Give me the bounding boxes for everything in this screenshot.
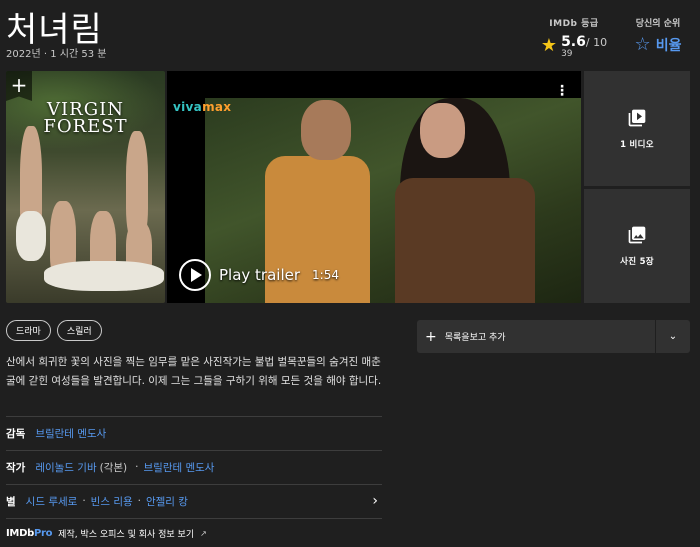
imdb-rating-label: IMDb 등급: [549, 19, 599, 29]
play-trailer-label: Play trailer: [219, 266, 301, 284]
imdbpro-link[interactable]: IMDbPro 제작, 박스 오피스 및 회사 정보 보기 ↗: [6, 527, 207, 540]
rate-button[interactable]: ☆ 비율: [622, 35, 694, 55]
writer-note: (각본): [99, 461, 128, 474]
plus-icon: +: [10, 73, 28, 97]
imdb-rating[interactable]: IMDb 등급 ★ 5.6/ 10 39: [534, 16, 614, 59]
runtime: 1 시간 53 분: [50, 49, 107, 60]
external-link-icon: ↗: [200, 529, 207, 538]
genre-chips: 드라마 스릴러: [6, 320, 102, 341]
video-library-icon: [628, 109, 646, 126]
add-to-watchlist-ribbon[interactable]: +: [6, 71, 32, 101]
star-link[interactable]: 빈스 리용: [91, 494, 133, 509]
scene-figure: [395, 178, 535, 303]
credit-writers: 작가 레이놀드 기바 (각본) · 브릴란테 멘도사: [6, 451, 382, 483]
star-outline-icon: ☆: [634, 34, 651, 55]
add-to-watchlist-button[interactable]: + 목록을보고 추가: [417, 320, 655, 353]
play-trailer-button[interactable]: Play trailer 1:54: [179, 259, 339, 291]
page-title: 처녀림: [6, 10, 103, 50]
credit-separator: ·: [135, 461, 139, 473]
poster-cloth: [44, 261, 164, 291]
poster-title: VIRGIN FOREST: [43, 99, 128, 137]
star-link[interactable]: 시드 루세로: [26, 494, 78, 509]
play-icon: [179, 259, 211, 291]
videos-count: 1 비디오: [620, 139, 654, 150]
poster[interactable]: VIRGIN FOREST +: [6, 71, 165, 303]
trailer-duration: 1:54: [312, 268, 339, 282]
imdbpro-logo: IMDbPro: [6, 528, 53, 539]
plot-summary: 산에서 희귀한 꽃의 사진을 찍는 임무를 맡은 사진작가는 불법 벌목꾼들의 …: [6, 356, 382, 387]
writer-link[interactable]: 레이놀드 기바: [35, 460, 96, 475]
videos-tile[interactable]: 1 비디오: [584, 71, 690, 186]
rating-value: 5.6: [561, 34, 586, 50]
rating-count: 39: [561, 49, 573, 59]
your-rating-label: 당신의 순위: [635, 19, 681, 29]
photos-tile[interactable]: 사진 5장: [584, 189, 690, 303]
chevron-right-icon[interactable]: ›: [372, 493, 378, 509]
credit-stars[interactable]: 별 시드 루세로 · 빈스 리용 · 안젤리 캉 ›: [6, 485, 382, 517]
plus-icon: +: [425, 328, 437, 345]
director-link[interactable]: 브릴란테 멘도사: [35, 426, 106, 441]
vivamax-logo: vivamax: [173, 100, 232, 114]
watchlist-dropdown-button[interactable]: ⌄: [656, 320, 690, 353]
star-link[interactable]: 안젤리 캉: [146, 494, 188, 509]
watchlist-label: 목록을보고 추가: [444, 333, 506, 343]
photo-library-icon: [628, 226, 646, 244]
title-meta: 2022년 · 1 시간 53 분: [6, 45, 106, 60]
your-rating[interactable]: 당신의 순위 ☆ 비율: [622, 16, 694, 55]
poster-cloth: [16, 211, 46, 261]
imdbpro-link-text: 제작, 박스 오피스 및 회사 정보 보기: [58, 530, 195, 540]
scene-figure: [301, 100, 351, 160]
credit-label: 별: [6, 495, 16, 508]
rating-max: / 10: [585, 36, 608, 49]
chevron-down-icon: ⌄: [668, 331, 678, 342]
genre-chip[interactable]: 스릴러: [56, 320, 102, 341]
credit-label: 작가: [6, 461, 26, 474]
credit-director: 감독 브릴란테 멘도사: [6, 417, 382, 449]
divider: [6, 518, 382, 519]
star-icon: ★: [540, 35, 558, 56]
credit-label: 감독: [6, 427, 26, 440]
scene-figure: [420, 103, 465, 158]
release-year[interactable]: 2022년: [6, 49, 41, 60]
photos-count: 사진 5장: [620, 257, 654, 267]
writer-link[interactable]: 브릴란테 멘도사: [144, 460, 215, 475]
watchlist-button-group: + 목록을보고 추가 ⌄: [417, 320, 690, 353]
kebab-menu-icon[interactable]: ⋮: [555, 83, 569, 99]
genre-chip[interactable]: 드라마: [6, 320, 51, 341]
trailer-video[interactable]: vivamax ⋮ Play trailer 1:54: [167, 71, 581, 303]
rate-label: 비율: [655, 38, 682, 54]
credit-separator: ·: [82, 495, 86, 507]
credit-separator: ·: [137, 495, 141, 507]
meta-separator: ·: [43, 49, 48, 60]
